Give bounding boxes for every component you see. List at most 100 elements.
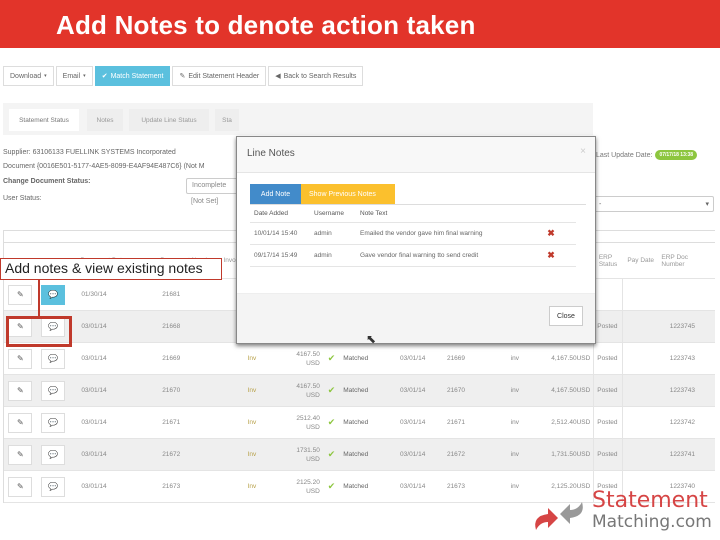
erp-date: 03/01/14 <box>400 355 426 362</box>
edit-line-button[interactable]: ✎ <box>8 444 33 465</box>
erp-number: 21671 <box>446 419 466 426</box>
line-notes-button[interactable]: 💬 <box>40 348 65 369</box>
modal-header: Line Notes × <box>237 137 595 173</box>
last-update-badge: 07/17/18 13:38 <box>655 150 698 160</box>
modal-tabs: Add Note Show Previous Notes <box>250 184 395 204</box>
document-number: 21671 <box>162 419 181 426</box>
slide-banner: Add Notes to denote action taken <box>0 0 720 48</box>
note-user: admin <box>314 252 332 259</box>
table-row: ✎ 💬 03/01/14 21671 Inv 2512.40 USD ✔ Matched 03/0… <box>4 407 715 439</box>
note-date: 09/17/14 15:49 <box>254 252 298 259</box>
comment-icon: 💬 <box>48 450 58 459</box>
note-text: Emailed the vendor gave him final warnin… <box>360 230 483 237</box>
edit-line-button[interactable]: ✎ <box>8 412 33 433</box>
currency: USD <box>306 487 320 495</box>
tab-notes[interactable]: Notes <box>87 109 123 131</box>
erp-number: 21669 <box>446 355 466 362</box>
currency: USD <box>306 455 320 463</box>
col-pay-date: Pay Date <box>627 257 655 264</box>
notes-cell: 💬 <box>37 407 70 438</box>
line-notes-modal: Line Notes × Add Note Show Previous Note… <box>236 136 596 344</box>
edit-line-button[interactable]: ✎ <box>8 348 33 369</box>
erp-doc-number: 1223743 <box>669 355 696 362</box>
edit-line-button[interactable]: ✎ <box>8 380 33 401</box>
status-select[interactable]: - ▾ <box>594 196 714 212</box>
back-arrow-icon: ◀ <box>275 73 281 80</box>
close-button[interactable]: Close <box>549 306 583 326</box>
match-status: Matched <box>343 483 369 490</box>
matched-check-icon: ✔ <box>327 385 336 395</box>
erp-amount: 4,167.50USD <box>551 355 591 362</box>
tab-update-line-status[interactable]: Update Line Status <box>129 109 209 131</box>
line-notes-button[interactable]: 💬 <box>40 380 65 401</box>
erp-type: inv <box>510 355 519 362</box>
comment-icon: 💬 <box>48 386 58 395</box>
match-status: Matched <box>343 387 369 394</box>
line-notes-button[interactable]: 💬 <box>40 444 65 465</box>
caret-down-icon: ▾ <box>44 73 47 79</box>
line-notes-button[interactable]: 💬 <box>40 412 65 433</box>
back-to-search-button[interactable]: ◀ Back to Search Results <box>268 66 364 86</box>
pay-date <box>622 375 657 406</box>
erp-doc-number: 1223742 <box>669 419 696 426</box>
statement-matching-logo: Statement Matching.com <box>528 488 720 538</box>
edit-header-label: Edit Statement Header <box>188 72 260 80</box>
document-info: Document {0016E501-5177-4AE5-8099-E4AF94… <box>3 163 205 170</box>
email-label: Email <box>62 72 81 80</box>
delete-icon[interactable]: ✖ <box>536 228 566 239</box>
edit-line-button[interactable]: ✎ <box>8 476 33 497</box>
tab-partial[interactable]: Sta <box>215 109 239 131</box>
line-notes-button[interactable]: 💬 <box>40 476 65 497</box>
last-update-label: Last Update Date: <box>596 151 653 159</box>
document-number: 21681 <box>162 291 181 298</box>
logo-text-statement: Statement <box>592 488 708 513</box>
pay-date <box>622 407 657 438</box>
close-icon[interactable]: × <box>580 146 586 157</box>
erp-number: 21673 <box>446 483 466 490</box>
document-status-select[interactable]: Incomplete <box>186 178 240 194</box>
erp-amount: 2,512.40USD <box>551 419 591 426</box>
check-circle-icon: ✔ <box>101 73 108 80</box>
amount: 2125.20 <box>296 478 320 486</box>
erp-type: inv <box>510 451 519 458</box>
line-notes-button[interactable]: 💬 <box>40 284 65 305</box>
invoice-credit: Inv <box>247 387 257 394</box>
delete-icon[interactable]: ✖ <box>536 250 566 261</box>
document-date: 03/01/14 <box>81 483 107 490</box>
edit-line-button[interactable]: ✎ <box>8 284 33 305</box>
add-note-button[interactable]: Add Note <box>250 184 301 204</box>
user-status-select[interactable]: [Not Set] <box>186 195 240 211</box>
show-previous-notes-button[interactable]: Show Previous Notes <box>301 184 395 204</box>
erp-status: Posted <box>593 375 622 406</box>
amount-cell: 2512.40 USD <box>281 407 323 438</box>
match-statement-label: Match Statement <box>110 72 164 80</box>
edit-icon: ✎ <box>16 418 24 427</box>
callout-highlight-box <box>6 316 72 347</box>
download-button[interactable]: Download ▾ <box>3 66 54 86</box>
edit-statement-header-button[interactable]: ✎ Edit Statement Header <box>172 66 267 86</box>
email-button[interactable]: Email ▾ <box>55 66 93 86</box>
matched-check-icon: ✔ <box>327 449 336 459</box>
erp-doc-number: 1223745 <box>669 323 696 330</box>
document-date: 03/01/14 <box>81 387 107 394</box>
document-date: 01/30/14 <box>81 291 107 298</box>
document-number: 21672 <box>162 451 181 458</box>
document-date: 03/01/14 <box>81 419 107 426</box>
erp-type: inv <box>510 419 519 426</box>
match-statement-button[interactable]: ✔ Match Statement <box>94 66 171 86</box>
tab-statement-status[interactable]: Statement Status <box>9 109 79 131</box>
notes-table: Date Added Username Note Text 10/01/14 1… <box>250 205 576 267</box>
table-row: ✎ 💬 03/01/14 21672 Inv 1731.50 USD ✔ Matched 03/0… <box>4 439 715 471</box>
notes-header-row: Date Added Username Note Text <box>250 205 576 223</box>
amount-cell: 4167.50 USD <box>281 375 323 406</box>
erp-type: inv <box>510 387 519 394</box>
logo-arrows-icon <box>535 502 583 530</box>
tabs-bar: Statement Status Notes Update Line Statu… <box>3 103 593 135</box>
edit-cell: ✎ <box>4 471 37 502</box>
erp-date: 03/01/14 <box>400 451 426 458</box>
last-update: Last Update Date: 07/17/18 13:38 <box>596 150 698 160</box>
note-text: Gave vendor final warning tto send credi… <box>360 252 479 259</box>
modal-title: Line Notes <box>247 148 295 159</box>
currency: USD <box>306 391 320 399</box>
edit-icon: ✎ <box>16 290 24 299</box>
